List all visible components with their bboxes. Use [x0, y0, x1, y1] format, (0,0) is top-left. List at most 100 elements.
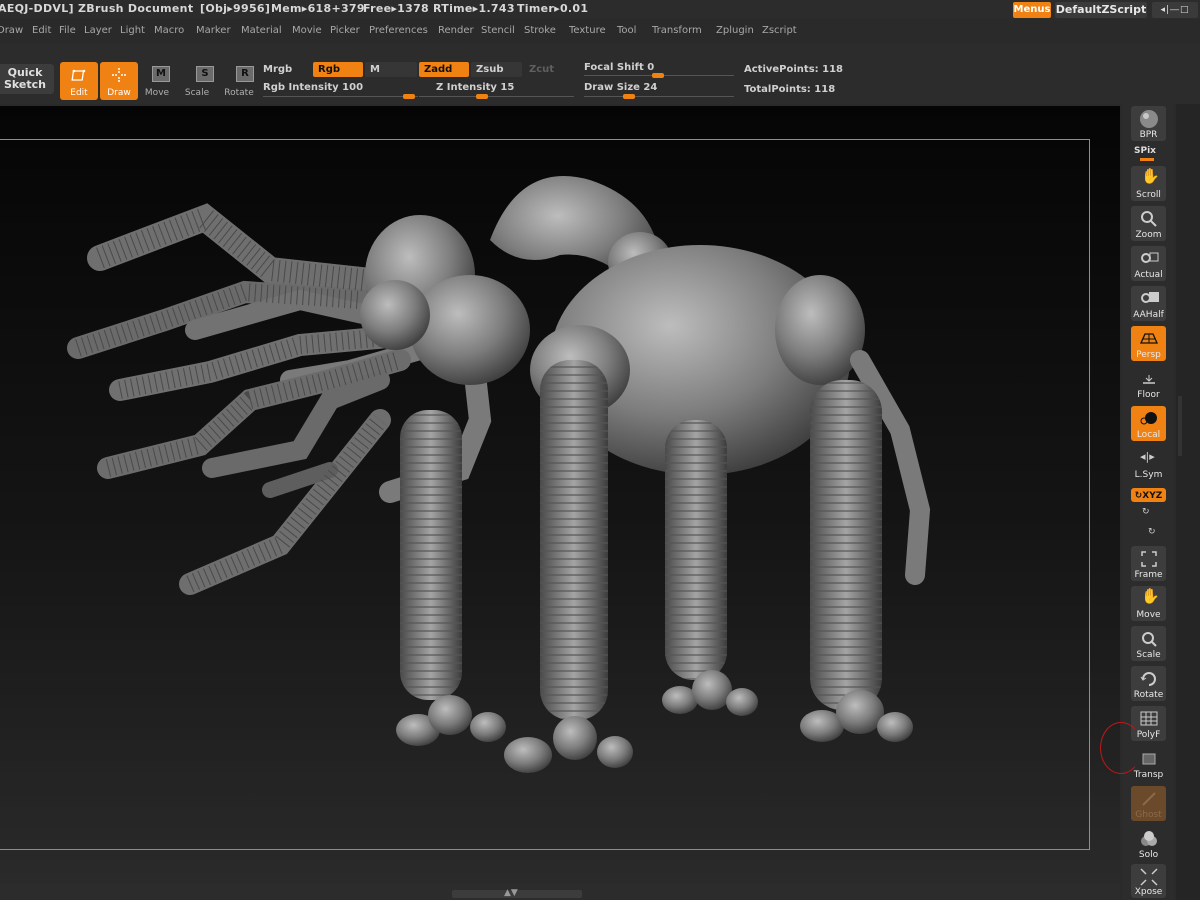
tray-arrows-icon: ▲▼: [504, 888, 518, 898]
zcut-toggle[interactable]: Zcut: [524, 62, 574, 77]
xyz-label: ↻XYZ: [1134, 491, 1163, 501]
transp-label: Transp: [1133, 770, 1164, 780]
menu-material[interactable]: Material: [241, 25, 282, 36]
local-label: Local: [1136, 430, 1161, 440]
menu-edit[interactable]: Edit: [32, 25, 51, 36]
bpr-label: BPR: [1139, 130, 1158, 140]
rgb-intensity-slider[interactable]: [263, 96, 418, 97]
free-readout: Free▸1378: [363, 2, 429, 15]
draw-icon: [112, 68, 126, 82]
rotate-view-button[interactable]: Rotate: [1131, 666, 1166, 701]
draw-label: Draw: [107, 88, 131, 98]
draw-size-slider[interactable]: [584, 96, 734, 97]
document-name: ZBrush Document: [78, 2, 194, 15]
zsphere-creature-model[interactable]: [0, 106, 1120, 884]
spix-slider[interactable]: [1140, 158, 1154, 161]
actual-button[interactable]: Actual: [1131, 246, 1166, 281]
scroll-label: Scroll: [1136, 190, 1161, 200]
move-button[interactable]: M Move: [138, 62, 176, 100]
move-label: Move: [144, 88, 170, 98]
scale-icon: S: [196, 66, 214, 82]
zoom-button[interactable]: Zoom: [1131, 206, 1166, 241]
rotate-button[interactable]: R Rotate: [220, 62, 258, 100]
menu-stencil[interactable]: Stencil: [481, 25, 515, 36]
spix-label[interactable]: SPix: [1134, 146, 1156, 156]
quick-sketch-label-2: Sketch: [3, 78, 46, 91]
move-view-button[interactable]: ✋ Move: [1131, 586, 1166, 621]
timer-readout: Timer▸0.01: [517, 2, 589, 15]
rotate-view-label: Rotate: [1133, 690, 1164, 700]
menu-transform[interactable]: Transform: [652, 25, 702, 36]
menu-macro[interactable]: Macro: [154, 25, 184, 36]
scale-view-label: Scale: [1136, 650, 1161, 660]
edit-button[interactable]: Edit: [60, 62, 98, 100]
edit-icon: [71, 69, 86, 81]
bpr-button[interactable]: BPR: [1131, 106, 1166, 141]
quick-sketch-button[interactable]: Quick Sketch: [0, 64, 54, 94]
menu-render[interactable]: Render: [438, 25, 474, 36]
menu-light[interactable]: Light: [120, 25, 145, 36]
menu-tool[interactable]: Tool: [617, 25, 636, 36]
total-points: TotalPoints: 118: [744, 84, 836, 95]
menu-marker[interactable]: Marker: [196, 25, 231, 36]
rotate-icon: R: [236, 66, 254, 82]
right-scrollbar[interactable]: [1176, 104, 1200, 900]
polyframe-grid-icon: [1140, 711, 1158, 726]
scale-view-button[interactable]: Scale: [1131, 626, 1166, 661]
bottom-tray-handle[interactable]: ▲▼: [452, 888, 582, 898]
aahalf-label: AAHalf: [1133, 310, 1164, 320]
menu-texture[interactable]: Texture: [569, 25, 606, 36]
z-intensity-slider[interactable]: [419, 96, 574, 97]
right-scrollbar-thumb[interactable]: [1178, 396, 1182, 456]
menu-movie[interactable]: Movie: [292, 25, 322, 36]
menu-zscript[interactable]: Zscript: [762, 25, 797, 36]
rtime-readout: RTime▸1.743: [433, 2, 515, 15]
floor-icon: [1143, 375, 1155, 384]
lsym-button[interactable]: ◂|▸ L.Sym: [1131, 446, 1166, 481]
menu-draw[interactable]: Draw: [0, 25, 23, 36]
menu-picker[interactable]: Picker: [330, 25, 360, 36]
focal-shift-knob[interactable]: [652, 73, 664, 78]
ghost-button[interactable]: Ghost: [1131, 786, 1166, 821]
rotate-y-icon[interactable]: ↻: [1142, 507, 1150, 517]
rotate-label: Rotate: [224, 88, 254, 98]
zsub-toggle[interactable]: Zsub: [471, 62, 522, 77]
local-button[interactable]: Local: [1131, 406, 1166, 441]
window-controls[interactable]: ◂|―□: [1152, 2, 1198, 18]
rgb-toggle[interactable]: Rgb: [313, 62, 363, 77]
ghost-icon: [1142, 792, 1156, 806]
solo-label: Solo: [1138, 850, 1159, 860]
transparency-icon: [1142, 753, 1156, 765]
frame-button[interactable]: Frame: [1131, 546, 1166, 581]
rotate-z-icon[interactable]: ↻: [1148, 527, 1156, 537]
xpose-label: Xpose: [1134, 887, 1163, 897]
scroll-button[interactable]: ✋ Scroll: [1131, 166, 1166, 201]
persp-button[interactable]: Persp: [1131, 326, 1166, 361]
focal-shift-label: Focal Shift 0: [584, 62, 655, 73]
zadd-toggle[interactable]: Zadd: [419, 62, 469, 77]
xpose-button[interactable]: Xpose: [1131, 864, 1166, 898]
menu-file[interactable]: File: [59, 25, 76, 36]
mrgb-toggle[interactable]: Mrgb: [263, 64, 292, 75]
menu-stroke[interactable]: Stroke: [524, 25, 556, 36]
symmetry-arrows-icon: ◂|▸: [1140, 450, 1155, 463]
rgb-intensity-knob[interactable]: [403, 94, 415, 99]
move-icon: M: [152, 66, 170, 82]
default-zscript-button[interactable]: DefaultZScript: [1055, 2, 1147, 18]
draw-button[interactable]: Draw: [100, 62, 138, 100]
menu-preferences[interactable]: Preferences: [369, 25, 428, 36]
xyz-button[interactable]: ↻XYZ: [1131, 488, 1166, 502]
aahalf-button[interactable]: AAHalf: [1131, 286, 1166, 321]
menu-zplugin[interactable]: Zplugin: [716, 25, 754, 36]
solo-button[interactable]: Solo: [1131, 826, 1166, 861]
actual-label: Actual: [1134, 270, 1163, 280]
floor-button[interactable]: Floor: [1131, 366, 1166, 401]
rgb-intensity-label: Rgb Intensity 100: [263, 82, 364, 93]
ghost-label: Ghost: [1135, 810, 1162, 820]
m-toggle[interactable]: M: [365, 62, 417, 77]
menu-layer[interactable]: Layer: [84, 25, 112, 36]
z-intensity-knob[interactable]: [476, 94, 488, 99]
scale-button[interactable]: S Scale: [178, 62, 216, 100]
draw-size-knob[interactable]: [623, 94, 635, 99]
menus-button[interactable]: Menus: [1013, 2, 1051, 18]
